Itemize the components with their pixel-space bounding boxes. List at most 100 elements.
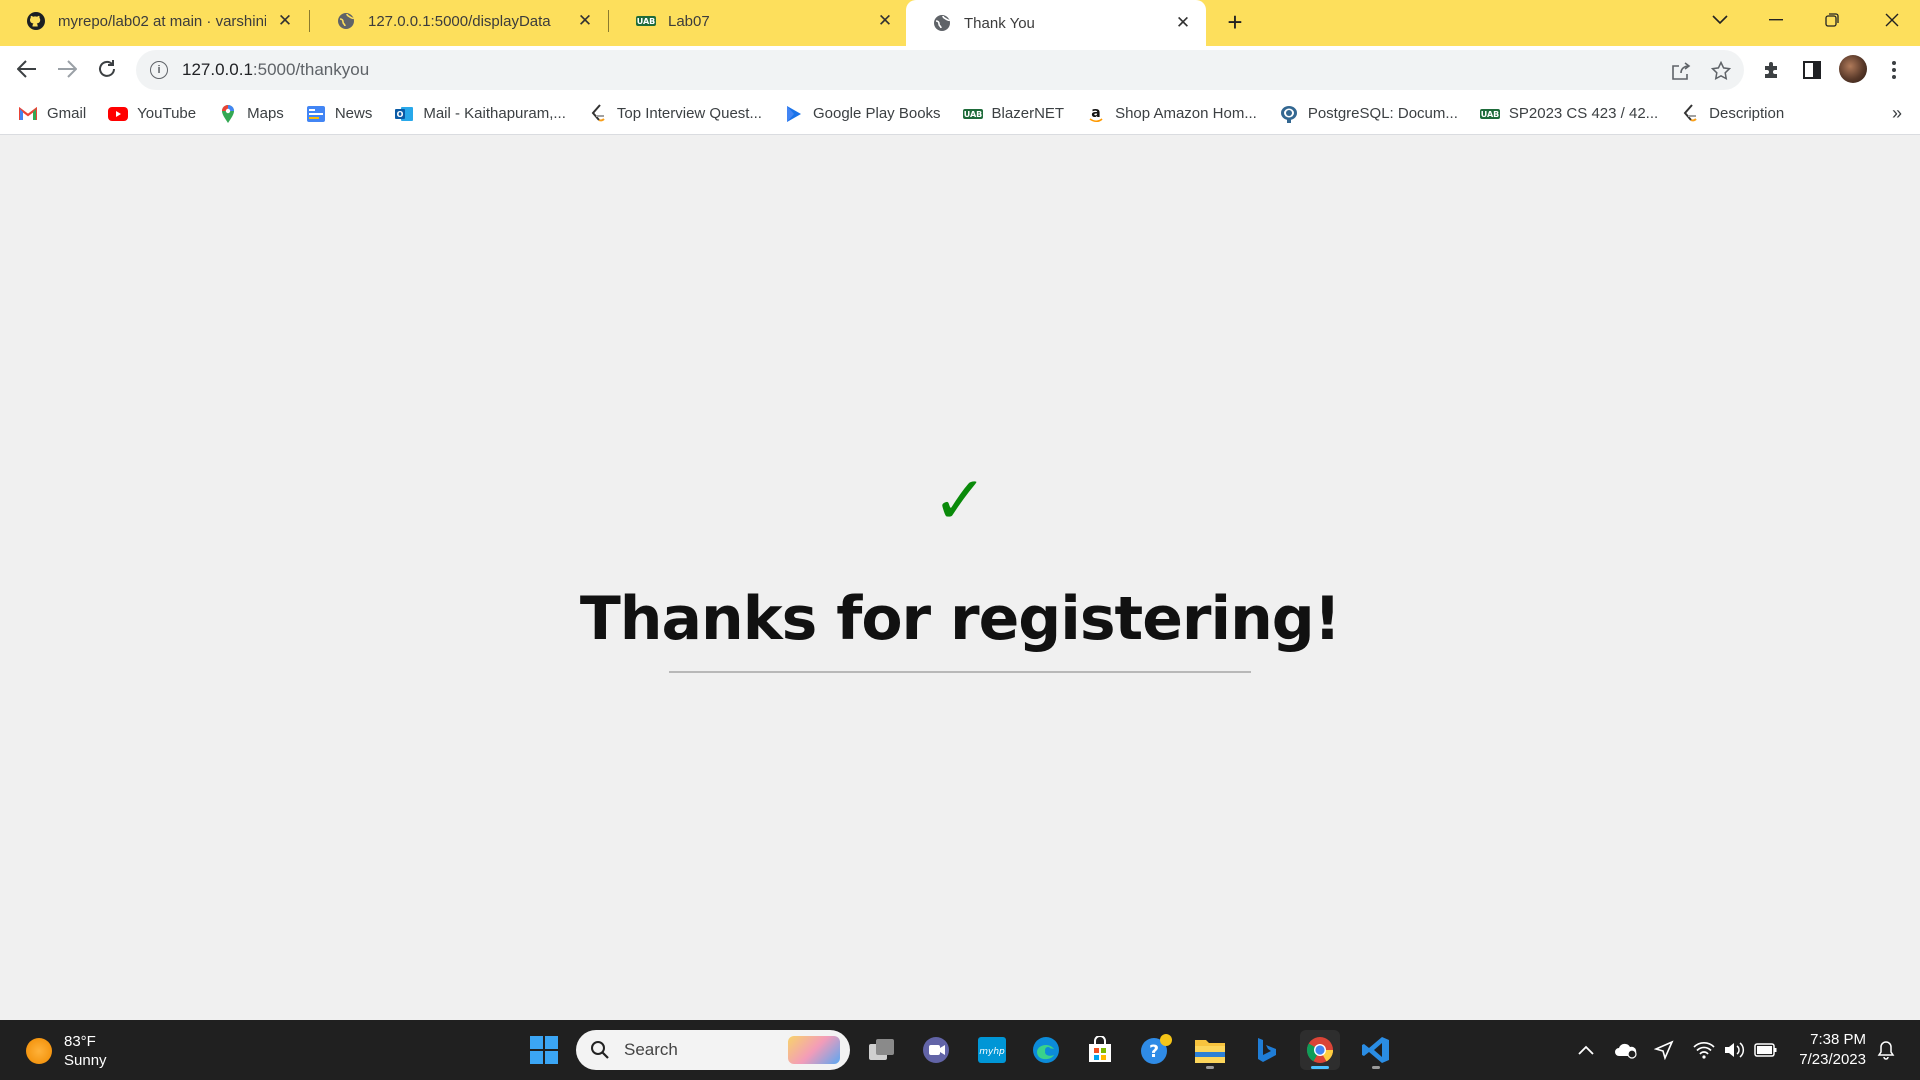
- weather-text: 83°F Sunny: [64, 1032, 107, 1070]
- tab-github[interactable]: myrepo/lab02 at main · varshinik ✕: [0, 0, 308, 42]
- bookmark-label: Top Interview Quest...: [616, 105, 762, 122]
- teams-chat-icon[interactable]: [916, 1030, 956, 1070]
- start-button[interactable]: [524, 1030, 564, 1070]
- bookmark-maps[interactable]: Maps: [218, 99, 294, 129]
- site-info-icon[interactable]: i: [150, 61, 168, 79]
- bookmark-news[interactable]: News: [306, 99, 383, 129]
- tab-title: Lab07: [668, 12, 710, 30]
- outlook-icon: O: [394, 104, 414, 124]
- search-highlight-art: [788, 1036, 840, 1064]
- tab-search-chevron-icon[interactable]: [1692, 0, 1748, 40]
- uab-icon: UAB: [962, 104, 983, 124]
- clock-date: 7/23/2023: [1799, 1051, 1866, 1068]
- github-icon: [26, 11, 46, 31]
- close-icon[interactable]: ✕: [874, 10, 896, 32]
- svg-text:?: ?: [1149, 1042, 1159, 1062]
- edge-icon[interactable]: [1026, 1030, 1066, 1070]
- taskbar-search[interactable]: Search: [576, 1030, 850, 1070]
- bookmark-label: Description: [1709, 105, 1785, 122]
- tab-lab07[interactable]: UAB Lab07 ✕: [610, 0, 908, 42]
- uab-icon: UAB: [636, 11, 656, 31]
- sun-icon: [26, 1038, 52, 1064]
- file-explorer-icon[interactable]: [1190, 1030, 1230, 1070]
- taskbar-clock[interactable]: 7:38 PM 7/23/2023: [1790, 1030, 1866, 1070]
- bookmark-label: News: [334, 105, 373, 122]
- vscode-icon[interactable]: [1356, 1030, 1396, 1070]
- maps-icon: [218, 104, 238, 124]
- postgresql-icon: [1279, 104, 1299, 124]
- address-bar[interactable]: i 127.0.0.1:5000/thankyou: [136, 50, 1744, 90]
- close-window-button[interactable]: [1864, 0, 1920, 40]
- weather-desc: Sunny: [64, 1052, 107, 1069]
- tab-title: Thank You: [964, 14, 1035, 32]
- url-path: :5000/thankyou: [252, 60, 370, 79]
- bookmark-mail[interactable]: O Mail - Kaithapuram,...: [394, 99, 576, 129]
- svg-text:a: a: [1091, 105, 1100, 121]
- bookmark-youtube[interactable]: YouTube: [108, 99, 206, 129]
- search-label: Search: [624, 1040, 678, 1059]
- forward-button[interactable]: [50, 52, 84, 86]
- tab-thank-you[interactable]: Thank You ✕: [906, 0, 1206, 46]
- bookmark-postgresql[interactable]: PostgreSQL: Docum...: [1279, 99, 1468, 129]
- bookmark-label: BlazerNET: [991, 105, 1065, 122]
- profile-avatar[interactable]: [1839, 55, 1867, 83]
- svg-text:UAB: UAB: [1481, 110, 1500, 119]
- wifi-icon[interactable]: [1692, 1038, 1716, 1062]
- bing-icon[interactable]: [1246, 1030, 1286, 1070]
- weather-widget[interactable]: 83°F Sunny: [26, 1032, 107, 1070]
- back-button[interactable]: [10, 52, 44, 86]
- bookmark-gmail[interactable]: Gmail: [18, 99, 96, 129]
- leetcode-icon: [588, 103, 608, 124]
- clock-time: 7:38 PM: [1810, 1031, 1866, 1048]
- page-title: Thanks for registering!: [579, 584, 1341, 654]
- bookmark-star-icon[interactable]: [1710, 60, 1732, 82]
- chevron-up-icon[interactable]: [1574, 1038, 1598, 1062]
- close-icon[interactable]: ✕: [574, 10, 596, 32]
- notification-bell-icon[interactable]: [1874, 1038, 1898, 1062]
- bookmark-play-books[interactable]: Google Play Books: [784, 99, 951, 129]
- close-icon[interactable]: ✕: [274, 10, 296, 32]
- onedrive-icon[interactable]: [1614, 1038, 1638, 1062]
- tab-title: 127.0.0.1:5000/displayData: [368, 12, 551, 30]
- bookmark-top-interview[interactable]: Top Interview Quest...: [588, 99, 772, 129]
- bookmarks-overflow-icon[interactable]: »: [1892, 103, 1902, 124]
- bookmark-blazernet[interactable]: UAB BlazerNET: [962, 99, 1075, 129]
- minimize-button[interactable]: [1748, 0, 1804, 40]
- tab-display-data[interactable]: 127.0.0.1:5000/displayData ✕: [310, 0, 608, 42]
- bookmark-description[interactable]: Description: [1680, 99, 1794, 129]
- search-icon: [590, 1040, 610, 1060]
- side-panel-icon[interactable]: [1800, 58, 1824, 82]
- myhp-icon[interactable]: myhp: [972, 1030, 1012, 1070]
- reload-button[interactable]: [90, 52, 124, 86]
- chrome-icon[interactable]: [1300, 1030, 1340, 1070]
- microsoft-store-icon[interactable]: [1080, 1030, 1120, 1070]
- get-help-icon[interactable]: ?: [1136, 1030, 1176, 1070]
- kebab-menu-icon[interactable]: [1882, 58, 1906, 82]
- svg-text:UAB: UAB: [963, 110, 982, 119]
- svg-text:O: O: [397, 110, 404, 119]
- svg-text:UAB: UAB: [637, 17, 656, 26]
- bookmark-amazon[interactable]: a Shop Amazon Hom...: [1086, 99, 1267, 129]
- tab-title: myrepo/lab02 at main · varshinik: [58, 12, 266, 30]
- extensions-puzzle-icon[interactable]: [1760, 58, 1784, 82]
- bookmarks-bar: Gmail YouTube Maps News O Mail - Kaithap…: [0, 93, 1920, 135]
- gmail-icon: [18, 104, 38, 124]
- bookmark-sp2023[interactable]: UAB SP2023 CS 423 / 42...: [1479, 99, 1668, 129]
- battery-icon[interactable]: [1754, 1038, 1778, 1062]
- leetcode-icon: [1680, 103, 1700, 124]
- new-tab-button[interactable]: +: [1220, 7, 1250, 37]
- share-icon[interactable]: [1670, 60, 1692, 82]
- bookmark-label: Maps: [247, 105, 284, 122]
- tab-separator: [608, 10, 609, 32]
- task-view-icon[interactable]: [862, 1030, 902, 1070]
- restore-button[interactable]: [1804, 0, 1860, 40]
- globe-icon: [932, 13, 952, 33]
- location-icon[interactable]: [1652, 1038, 1676, 1062]
- volume-icon[interactable]: [1722, 1038, 1746, 1062]
- youtube-icon: [108, 104, 129, 124]
- bookmark-label: YouTube: [137, 105, 197, 122]
- taskbar: 83°F Sunny Search myhp ? 7:38 PM 7/23/20…: [0, 1020, 1920, 1080]
- close-icon[interactable]: ✕: [1172, 12, 1194, 34]
- amazon-icon: a: [1086, 104, 1106, 124]
- weather-temp: 83°F: [64, 1033, 96, 1050]
